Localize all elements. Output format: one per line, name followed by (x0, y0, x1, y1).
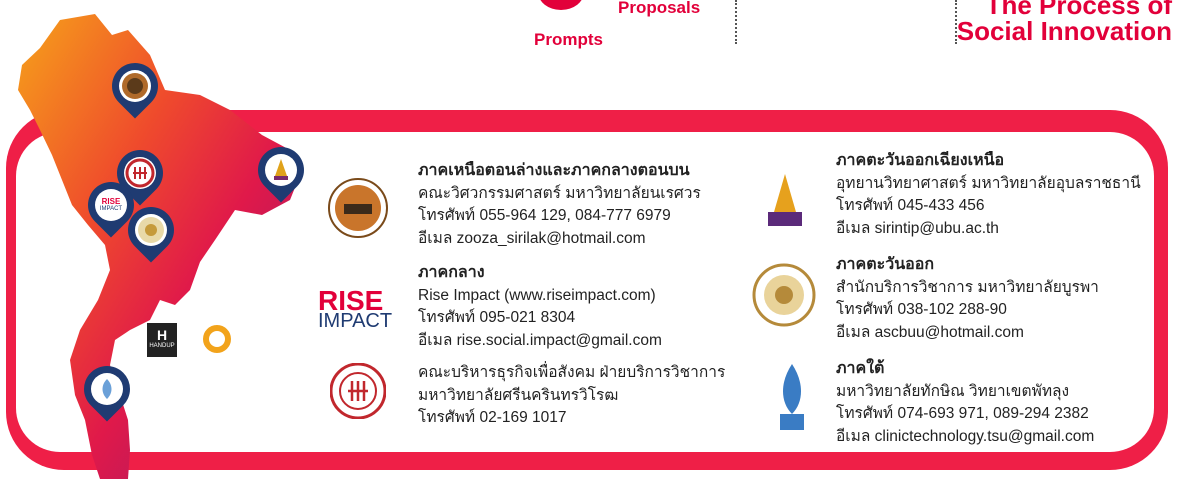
region-heading: ภาคตะวันออกเฉียงเหนือ (836, 152, 1005, 169)
step-circle (538, 0, 584, 10)
region-central: ภาคกลาง Rise Impact (www.riseimpact.com)… (418, 262, 662, 352)
region-heading: ภาคเหนือตอนล่างและภาคกลางตอนบน (418, 162, 690, 179)
region-south: ภาคใต้ มหาวิทยาลัยทักษิณ วิทยาเขตพัทลุง … (836, 358, 1094, 448)
region-heading: ภาคกลาง (418, 264, 485, 281)
naresuan-logo (328, 178, 388, 238)
region-east: ภาคตะวันออก สำนักบริการวิชาการ มหาวิทยาล… (836, 254, 1099, 344)
proposals-label: Proposals (618, 0, 701, 17)
ubu-logo (768, 174, 802, 226)
impact-mini-logo: IMPACT (99, 205, 123, 212)
burapha-logo (752, 263, 816, 327)
region-northeast: ภาคตะวันออกเฉียงเหนือ อุทยานวิทยาศาสตร์ … (836, 150, 1141, 240)
region-heading: ภาคใต้ (836, 360, 885, 377)
region-line: สำนักบริการวิชาการ มหาวิทยาลัยบูรพา (836, 278, 1099, 296)
region-heading: ภาคตะวันออก (836, 256, 935, 273)
email-line: อีเมล ascbuu@hotmail.com (836, 323, 1024, 341)
location-pin-south[interactable] (74, 356, 140, 428)
handup-logo: H HANDUP (147, 323, 177, 357)
region-line: Rise Impact (www.riseimpact.com) (418, 286, 656, 304)
phone-line: โทรศัพท์ 02-169 1017 (418, 409, 567, 426)
email-line: อีเมล sirintip@ubu.ac.th (836, 219, 999, 237)
region-line: คณะวิศวกรรมศาสตร์ มหาวิทยาลัยนเรศวร (418, 184, 701, 202)
seal-logo (201, 323, 233, 355)
email-line: อีเมล clinictechnology.tsu@gmail.com (836, 427, 1095, 445)
location-pin-central-2[interactable] (118, 197, 184, 269)
location-pin-northeast[interactable] (248, 137, 314, 209)
impact-logo: IMPACT (318, 310, 393, 332)
region-line: มหาวิทยาลัยทักษิณ วิทยาเขตพัทลุง (836, 382, 1070, 400)
region-line: มหาวิทยาลัยศรีนครินทรวิโรฒ (418, 386, 619, 404)
rise-mini-logo: RISE (101, 196, 121, 206)
prompts-label: Prompts (534, 30, 603, 49)
phone-line: โทรศัพท์ 055-964 129, 084-777 6979 (418, 207, 671, 224)
region-line: คณะบริหารธุรกิจเพื่อสังคม ฝ่ายบริการวิชา… (418, 364, 726, 381)
email-line: อีเมล zooza_sirilak@hotmail.com (418, 229, 646, 247)
phone-line: โทรศัพท์ 038-102 288-90 (836, 301, 1007, 318)
swu-logo (330, 363, 386, 419)
dotted-divider (735, 0, 737, 44)
region-line: อุทยานวิทยาศาสตร์ มหาวิทยาลัยอุบลราชธานี (836, 174, 1141, 192)
email-line: อีเมล rise.social.impact@gmail.com (418, 331, 662, 349)
region-central-swu: คณะบริหารธุรกิจเพื่อสังคม ฝ่ายบริการวิชา… (418, 362, 725, 430)
phone-line: โทรศัพท์ 074-693 971, 089-294 2382 (836, 405, 1089, 422)
thaksin-logo (780, 364, 804, 430)
phone-line: โทรศัพท์ 045-433 456 (836, 197, 985, 214)
location-pin-north[interactable] (102, 53, 168, 125)
process-title-line2: Social Innovation (956, 16, 1172, 46)
phone-line: โทรศัพท์ 095-021 8304 (418, 309, 576, 326)
region-north-lower: ภาคเหนือตอนล่างและภาคกลางตอนบน คณะวิศวกร… (418, 160, 701, 250)
